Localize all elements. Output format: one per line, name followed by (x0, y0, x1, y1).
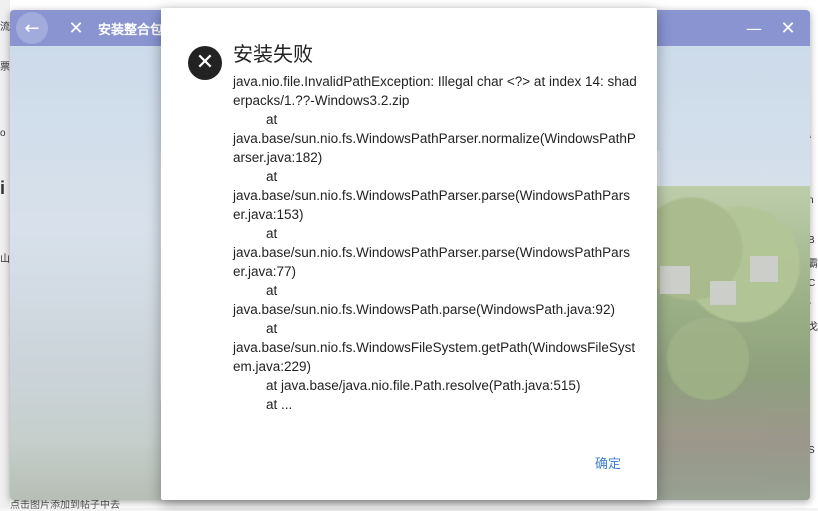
error-message-line: at (233, 281, 637, 300)
error-message-line: java.base/sun.nio.fs.WindowsPathParser.p… (233, 186, 637, 224)
error-message-line: at (233, 224, 637, 243)
error-message-line: at java.base/java.nio.file.Path.resolve(… (233, 376, 637, 395)
bg-fragment: 山 (0, 250, 10, 265)
bg-fragment: 流 (0, 18, 10, 33)
bg-fragment: i (0, 178, 5, 199)
error-dialog: ✕ 安装失败 java.nio.file.InvalidPathExceptio… (161, 8, 657, 500)
error-message-line: at (233, 167, 637, 186)
bg-fragment: 票 (0, 58, 10, 73)
error-message-line: at (233, 319, 637, 338)
error-message-line: at (233, 110, 637, 129)
error-icon: ✕ (188, 46, 222, 80)
error-message-line: at ... (233, 395, 637, 414)
error-message-line: java.nio.file.InvalidPathException: Ille… (233, 72, 637, 110)
error-message-line: java.base/sun.nio.fs.WindowsFileSystem.g… (233, 338, 637, 376)
error-message-line: java.base/sun.nio.fs.WindowsPathParser.n… (233, 129, 637, 167)
error-message-line: java.base/sun.nio.fs.WindowsPath.parse(W… (233, 300, 637, 319)
bg-fragment: o (0, 128, 6, 139)
dialog-title: 安装失败 (233, 38, 313, 67)
error-message-line: java.base/sun.nio.fs.WindowsPathParser.p… (233, 243, 637, 281)
error-message: java.nio.file.InvalidPathException: Ille… (233, 72, 637, 414)
ok-button[interactable]: 确定 (591, 451, 625, 474)
